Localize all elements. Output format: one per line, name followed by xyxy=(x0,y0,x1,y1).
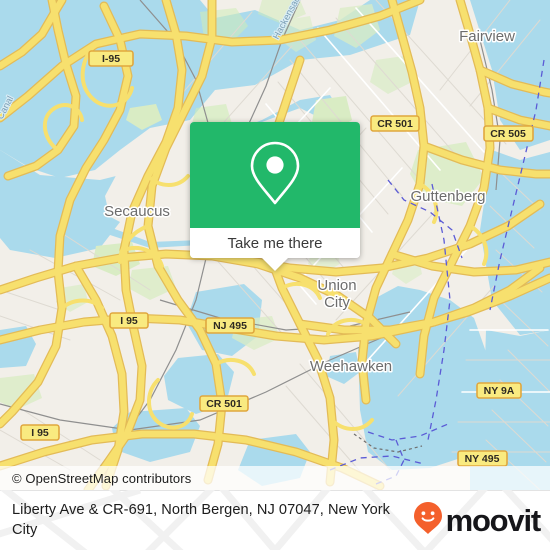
road-shield: NY 495 xyxy=(457,450,508,467)
popup-pointer-tail xyxy=(262,258,288,271)
svg-text:NJ 495: NJ 495 xyxy=(213,320,247,332)
road-shield: I 95 xyxy=(20,424,60,441)
place-label-union-city-line1: Union xyxy=(317,277,356,294)
road-shield: I 95 xyxy=(109,312,149,329)
map-popup-card[interactable]: Take me there xyxy=(190,122,360,271)
svg-text:NY 9A: NY 9A xyxy=(484,385,515,397)
road-shield: CR 501 xyxy=(199,395,249,412)
place-label-guttenberg: Guttenberg xyxy=(410,188,485,205)
footer-inner: Liberty Ave & CR-691, North Bergen, NJ 0… xyxy=(0,490,550,550)
map-pin-icon xyxy=(249,140,301,211)
road-shield: NY 9A xyxy=(476,382,522,399)
svg-text:I 95: I 95 xyxy=(31,427,49,439)
road-shield: NJ 495 xyxy=(205,317,255,334)
svg-text:I-95: I-95 xyxy=(102,53,120,65)
svg-text:CR 501: CR 501 xyxy=(206,398,242,410)
moovit-logo[interactable]: moovit xyxy=(413,501,542,540)
svg-text:I 95: I 95 xyxy=(120,315,138,327)
place-label-secaucus: Secaucus xyxy=(104,203,170,220)
map-attribution[interactable]: © OpenStreetMap contributors xyxy=(0,466,550,490)
svg-text:CR 501: CR 501 xyxy=(377,118,413,130)
moovit-wordmark: moovit xyxy=(445,502,542,538)
take-me-there-button[interactable]: Take me there xyxy=(190,228,360,258)
svg-text:NY 495: NY 495 xyxy=(465,453,500,465)
road-shield: CR 505 xyxy=(483,125,534,142)
moovit-pin-smile-icon xyxy=(413,501,443,540)
attribution-text: © OpenStreetMap contributors xyxy=(12,470,192,486)
page-footer: Liberty Ave & CR-691, North Bergen, NJ 0… xyxy=(0,490,550,550)
road-shield: CR 501 xyxy=(370,115,420,132)
take-me-there-label: Take me there xyxy=(227,234,323,252)
place-label-union-city-line2: City xyxy=(324,294,350,311)
place-label-weehawken: Weehawken xyxy=(310,358,392,375)
place-label-fairview: Fairview xyxy=(459,28,515,45)
map-screenshot: .w{fill:#aadaec} .land{fill:#f2efe9} .pk… xyxy=(0,0,550,550)
popup-header xyxy=(190,122,360,228)
road-shield: I-95 xyxy=(88,50,134,67)
popup-card-body: Take me there xyxy=(190,122,360,258)
location-address: Liberty Ave & CR-691, North Bergen, NJ 0… xyxy=(12,502,391,538)
svg-text:CR 505: CR 505 xyxy=(490,128,526,140)
